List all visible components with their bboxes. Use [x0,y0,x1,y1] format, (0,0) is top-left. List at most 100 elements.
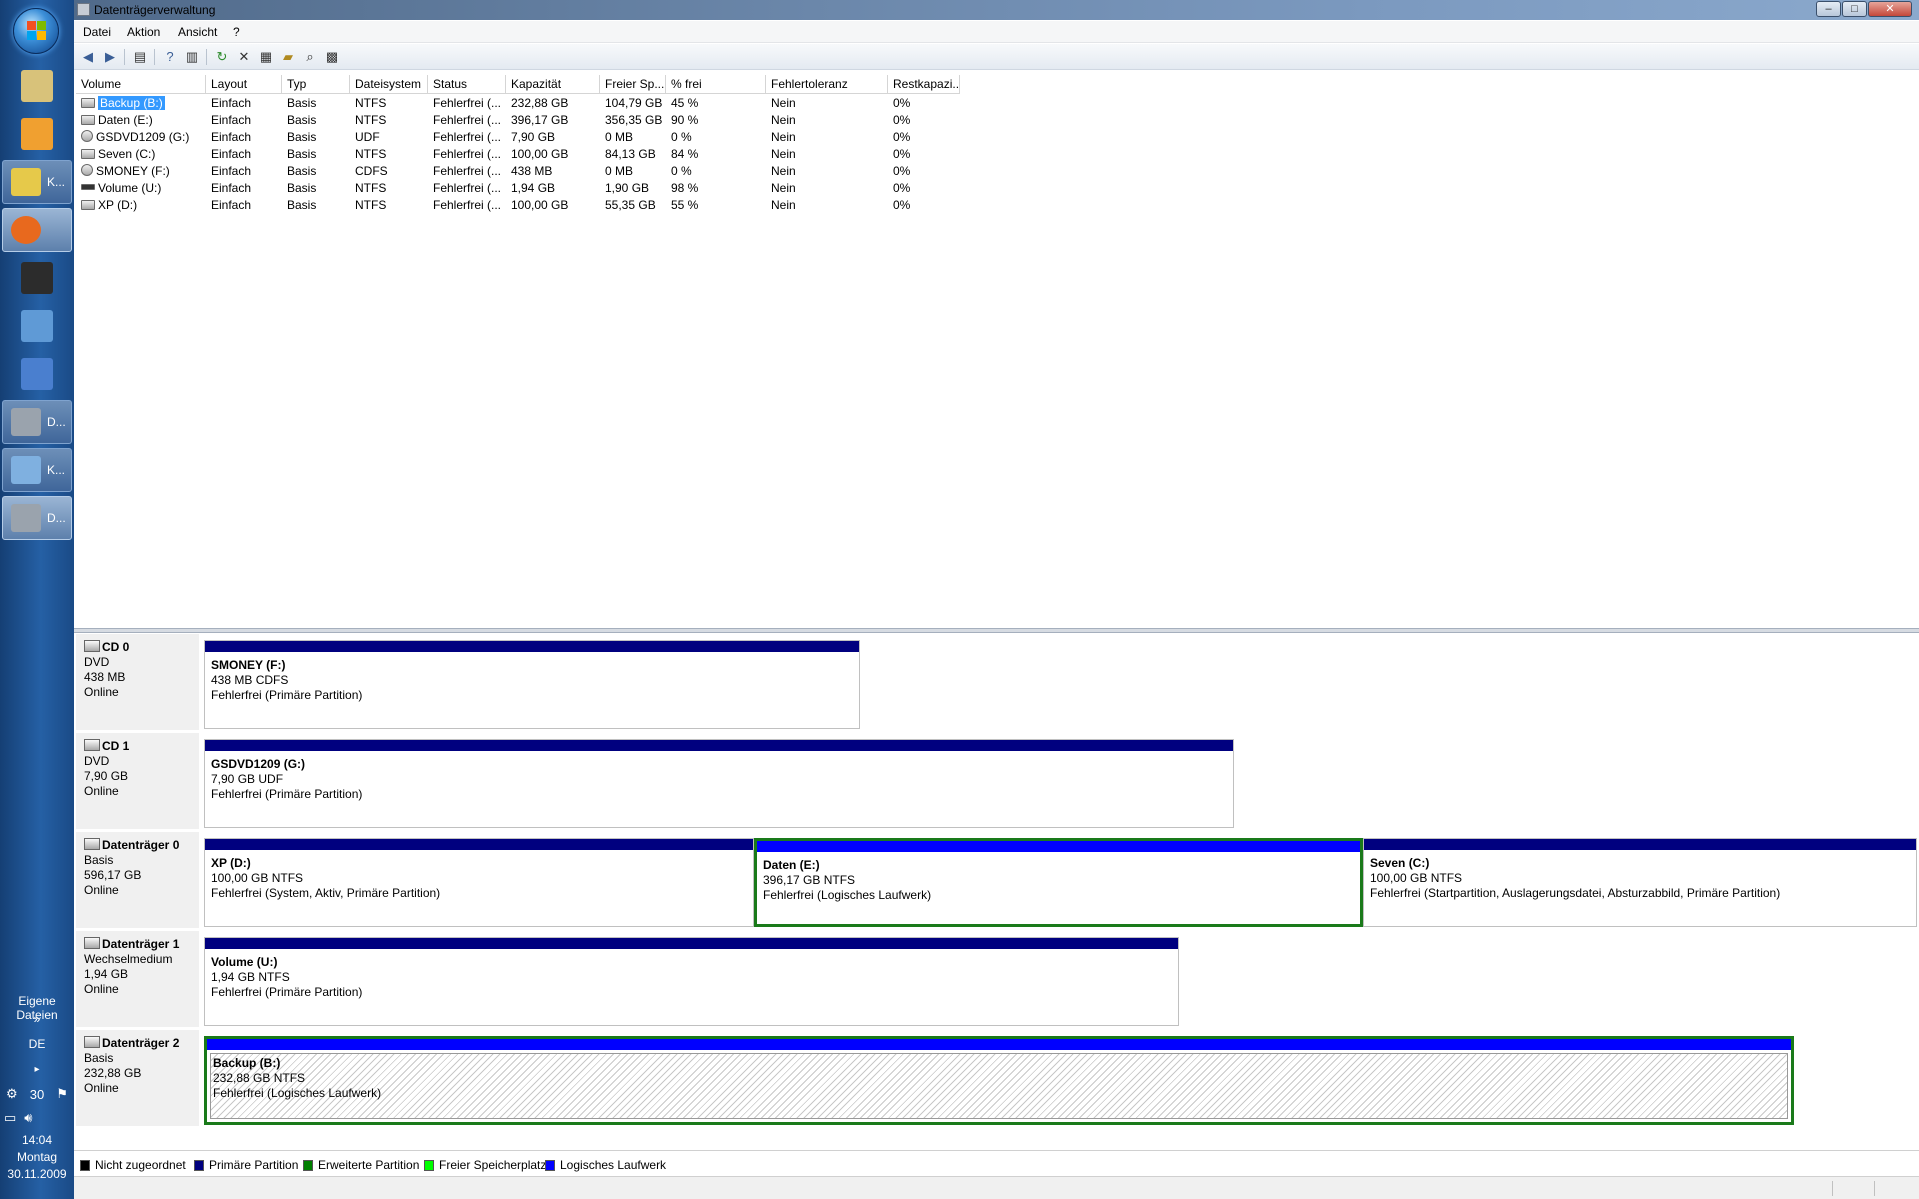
minimize-button[interactable]: – [1816,1,1841,17]
volume-row[interactable]: GSDVD1209 (G:) Einfach Basis UDF Fehlerfrei … [74,129,1074,146]
partition-status: Fehlerfrei (Logisches Laufwerk) [213,1086,382,1100]
maximize-button[interactable]: □ [1842,1,1867,17]
volume-row[interactable]: Seven (C:) Einfach Basis NTFS Fehlerfrei (..… [74,146,1074,163]
taskbar-button-label: K... [47,463,66,477]
volume-row[interactable]: Volume (U:) Einfach Basis NTFS Fehlerfrei (.… [74,180,1074,197]
col-volume-header[interactable]: Volume [76,75,206,94]
partition-block[interactable]: SMONEY (F:) 438 MB CDFS Fehlerfrei (Primär… [204,640,860,729]
hard-disk-icon [84,838,100,850]
col-prozent-frei-header[interactable]: % frei [666,75,766,94]
clock-date[interactable]: 30.11.2009 [0,1167,74,1181]
partition-block[interactable]: GSDVD1209 (G:) 7,90 GB UDF Fehlerfrei (Pri… [204,739,1234,828]
partition-block[interactable]: Backup (B:) 232,88 GB NTFS Fehlerfrei (Log… [204,1036,1794,1125]
volume-row[interactable]: XP (D:) Einfach Basis NTFS Fehlerfrei (... 10… [74,197,1074,214]
network-status-icon[interactable]: ⚙ [6,1086,18,1102]
app-icon[interactable] [77,3,90,16]
taskbar-button[interactable] [2,256,72,300]
action-center-flag-icon[interactable]: ⚑ [56,1086,68,1102]
col-restkapazitaet-cell: 0% [893,130,959,145]
col-typ-value: Basis [287,113,317,127]
menu-aktion[interactable]: Aktion [127,25,160,39]
taskbar-button[interactable] [2,64,72,108]
taskbar-button[interactable]: K... [2,448,72,492]
col-status-value: Fehlerfrei (... [433,181,502,195]
volume-row[interactable]: Backup (B:) Einfach Basis NTFS Fehlerfrei (.… [74,95,1074,112]
taskbar-button[interactable]: D... [2,400,72,444]
volume-row[interactable]: SMONEY (F:) Einfach Basis CDFS Fehlerfrei (.… [74,163,1074,180]
col-typ-value: Basis [287,164,317,178]
col-typ-cell: Basis [287,130,349,145]
disk-info[interactable]: CD 1 DVD 7,90 GB Online [76,733,199,830]
primary-partition-bar [1364,839,1916,850]
col-typ-header[interactable]: Typ [282,75,350,94]
taskbar-button[interactable] [2,208,72,252]
col-layout-value: Einfach [211,164,252,178]
help-icon[interactable]: ? [162,49,178,65]
primary-partition-bar [205,938,1178,949]
col-restkapazitaet-cell: 0% [893,181,959,196]
col-kapazitaet-header[interactable]: Kapazität [506,75,600,94]
menu-ansicht[interactable]: Ansicht [178,25,217,39]
taskbar-button[interactable] [2,112,72,156]
menu-datei[interactable]: Datei [83,25,111,39]
open-icon[interactable]: ▰ [280,49,296,65]
disk-info[interactable]: Datenträger 0 Basis 596,17 GB Online [76,832,199,929]
col-dateisystem-cell: NTFS [355,181,427,196]
col-prozent-frei-cell: 98 % [671,181,765,196]
partition-block[interactable]: XP (D:) 100,00 GB NTFS Fehlerfrei (System,… [204,838,754,927]
disk-management-window: Datenträgerverwaltung – □ ✕ Datei Aktion… [74,0,1919,1199]
col-dateisystem-cell: NTFS [355,113,427,128]
volume-icon[interactable]: 🔊︎ [24,1110,32,1126]
col-layout-cell: Einfach [211,130,281,145]
col-dateisystem-cell: NTFS [355,198,427,213]
disk-row: Datenträger 1 Wechselmedium 1,94 GB Online V… [74,931,1919,1028]
back-icon[interactable]: ◀ [80,49,96,65]
hard-drive-icon [81,149,95,159]
tray-expand-arrow-icon[interactable]: ▸ [0,1064,74,1075]
col-fehlertoleranz-cell: Nein [771,113,887,128]
explore-icon[interactable]: ⌕ [302,49,318,65]
refresh-icon[interactable]: ↻ [214,49,230,65]
col-restkapazitaet-header[interactable]: Restkapazi... [888,75,960,94]
col-layout-header[interactable]: Layout [206,75,282,94]
properties-icon[interactable]: ▦ [258,49,274,65]
clock-weekday[interactable]: Montag [0,1150,74,1164]
col-status-header[interactable]: Status [428,75,506,94]
col-freier-speicher-value: 0 MB [605,164,634,178]
settings-icon[interactable]: ▩ [324,49,340,65]
col-freier-speicher-header[interactable]: Freier Sp... [600,75,666,94]
disk-info[interactable]: Datenträger 2 Basis 232,88 GB Online [76,1030,199,1127]
pane-splitter[interactable] [74,628,1919,633]
taskbar-button[interactable] [2,304,72,348]
title-bar[interactable]: Datenträgerverwaltung – □ ✕ [74,0,1919,20]
disk-info[interactable]: CD 0 DVD 438 MB Online [76,634,199,731]
taskbar-button[interactable] [2,352,72,396]
disk-name: Datenträger 1 [102,937,180,951]
language-indicator[interactable]: DE [0,1037,74,1051]
col-prozent-frei-value: 0 % [671,164,692,178]
col-fehlertoleranz-header[interactable]: Fehlertoleranz [766,75,888,94]
menu-help[interactable]: ? [233,25,240,39]
close-button[interactable]: ✕ [1868,1,1912,17]
disk-info[interactable]: Datenträger 1 Wechselmedium 1,94 GB Online [76,931,199,1028]
col-dateisystem-header[interactable]: Dateisystem [350,75,428,94]
forward-icon[interactable]: ▶ [102,49,118,65]
toolbar-expand-icon[interactable]: » [0,1012,74,1026]
show-hide-tree-icon[interactable]: ▤ [132,49,148,65]
tray-counter[interactable]: 30 [30,1087,44,1102]
delete-icon[interactable]: ✕ [236,49,252,65]
primary-partition-bar [205,740,1233,751]
col-layout-value: Einfach [211,198,252,212]
volume-row[interactable]: Daten (E:) Einfach Basis NTFS Fehlerfrei (..… [74,112,1074,129]
taskbar-button[interactable]: D... [2,496,72,540]
clock-time[interactable]: 14:04 [0,1133,74,1147]
network-icon[interactable]: ▭ [4,1110,16,1126]
partition-block[interactable]: Daten (E:) 396,17 GB NTFS Fehlerfrei (Logi… [754,838,1363,927]
partition-block[interactable]: Volume (U:) 1,94 GB NTFS Fehlerfrei (Primä… [204,937,1179,1026]
col-fehlertoleranz-cell: Nein [771,130,887,145]
partition-block[interactable]: Seven (C:) 100,00 GB NTFS Fehlerfrei (Star… [1363,838,1917,927]
disk-name: Datenträger 0 [102,838,180,852]
start-orb-icon[interactable] [13,8,59,54]
taskbar-button[interactable]: K... [2,160,72,204]
show-hide-action-pane-icon[interactable]: ▥ [184,49,200,65]
